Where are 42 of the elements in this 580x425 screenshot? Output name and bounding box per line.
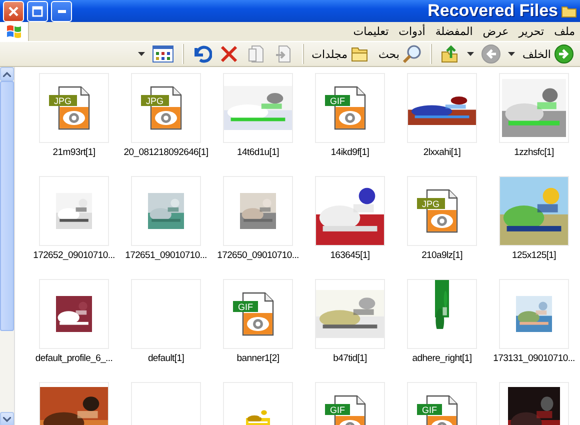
- file-name[interactable]: 163645[1]: [330, 250, 370, 261]
- menu-item[interactable]: ملف: [549, 25, 580, 38]
- file-name[interactable]: 20_081218092646[1]: [124, 147, 208, 158]
- file-name[interactable]: 1zzhsfc[1]: [514, 147, 554, 158]
- thumbnail-frame[interactable]: GIF: [315, 73, 385, 143]
- menu-item[interactable]: تعليمات: [348, 25, 394, 38]
- file-name[interactable]: banner1[2]: [236, 353, 280, 364]
- window-title: Recovered Files: [428, 1, 558, 21]
- file-name[interactable]: b47tid[1]: [333, 353, 367, 364]
- file-type-badge: JPG: [141, 95, 169, 106]
- file-name[interactable]: 14t6d1u[1]: [237, 147, 279, 158]
- folders-button[interactable]: مجلدات: [308, 43, 374, 65]
- menu-item[interactable]: أدوات: [394, 25, 430, 38]
- search-button[interactable]: بحث: [375, 43, 426, 65]
- thumbnail-frame[interactable]: GIF: [407, 382, 477, 425]
- menu-item[interactable]: تحرير: [514, 25, 550, 38]
- thumbnail-frame[interactable]: GIF: [223, 279, 293, 349]
- file-type-badge: GIF: [325, 404, 350, 415]
- file-name[interactable]: 210a9lz[1]: [422, 250, 462, 261]
- file-type-badge: GIF: [233, 301, 258, 312]
- file-name[interactable]: 173131_09010710...: [493, 353, 575, 364]
- file-name[interactable]: 172650_09010710...: [217, 250, 299, 261]
- back-button[interactable]: الخلف: [519, 43, 577, 65]
- file-name[interactable]: adhere_right[1]: [412, 353, 472, 364]
- file-type-badge: GIF: [325, 95, 350, 106]
- thumbnail-frame[interactable]: GIF: [315, 382, 385, 425]
- menu-item[interactable]: عرض: [478, 25, 514, 38]
- file-name[interactable]: default_profile_6_...: [35, 353, 113, 364]
- file-type-badge: GIF: [417, 404, 442, 415]
- file-name[interactable]: 125x125[1]: [512, 250, 556, 261]
- file-name[interactable]: 2lxxahi[1]: [423, 147, 461, 158]
- menu-item[interactable]: المفضلة: [430, 25, 478, 38]
- file-type-badge: JPG: [417, 198, 445, 209]
- file-type-badge: JPG: [49, 95, 77, 106]
- file-name[interactable]: 21m93rt[1]: [52, 147, 96, 158]
- thumbnail-frame[interactable]: JPG: [407, 176, 477, 246]
- thumbnail-frame[interactable]: JPG: [39, 73, 109, 143]
- file-name[interactable]: default[1]: [148, 353, 184, 364]
- file-name[interactable]: 172652_09010710...: [33, 250, 115, 261]
- file-name[interactable]: 14ikd9f[1]: [330, 147, 370, 158]
- file-name[interactable]: 172651_09010710...: [125, 250, 207, 261]
- thumbnail-frame[interactable]: JPG: [131, 73, 201, 143]
